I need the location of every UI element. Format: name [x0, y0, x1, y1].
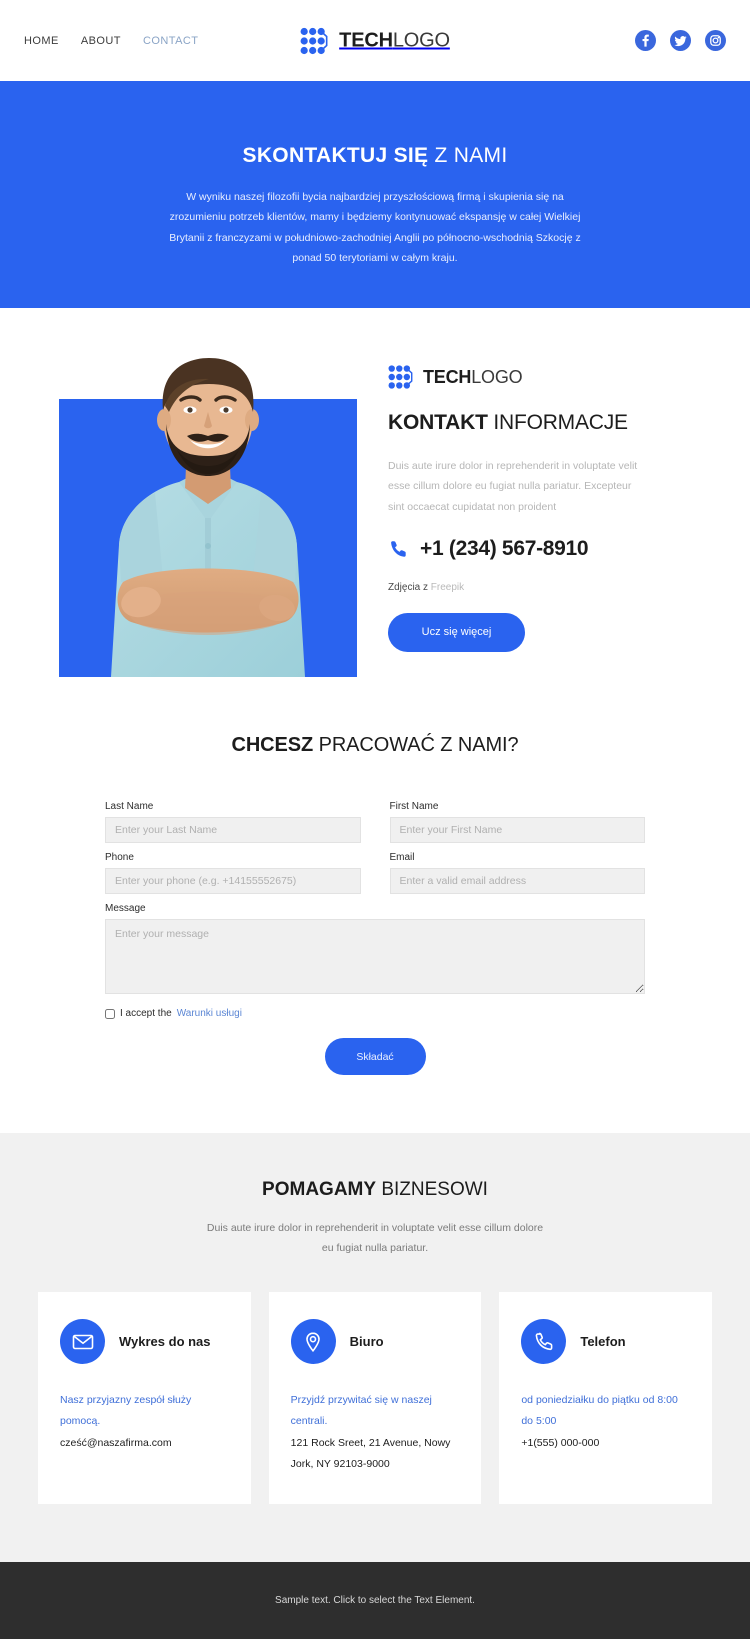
card-office-header: Biuro — [290, 1319, 460, 1365]
twitter-icon — [670, 30, 691, 51]
card-email-line2[interactable]: cześć@naszafirma.com — [60, 1433, 229, 1453]
submit-button[interactable]: Składać — [324, 1038, 426, 1076]
help-section-title: POMAGAMY BIZNESOWI — [262, 1179, 488, 1201]
form-row-names: Last Name First Name — [105, 801, 645, 852]
learn-more-button[interactable]: Ucz się więcej — [388, 613, 525, 653]
card-phone-line1: od poniedziałku do piątku od 8:00 do 5:0… — [521, 1394, 678, 1427]
field-message: Message — [105, 903, 645, 999]
card-office-line1: Przyjdź przywitać się w naszej centrali. — [290, 1394, 432, 1427]
header-logo[interactable]: TECHLOGO — [300, 27, 450, 54]
card-phone: Telefon od poniedziałku do piątku od 8:0… — [499, 1292, 713, 1505]
nav-item-contact[interactable]: CONTACT — [143, 35, 199, 47]
card-phone-line2[interactable]: +1(555) 000-000 — [521, 1433, 690, 1453]
card-office-title: Biuro — [349, 1334, 384, 1350]
accept-terms-text: I accept the — [120, 1008, 172, 1020]
photo-credit-source[interactable]: Freepik — [431, 582, 464, 593]
instagram-icon — [705, 30, 726, 51]
label-first-name: First Name — [389, 801, 439, 813]
phone-icon — [391, 541, 406, 558]
first-name-input[interactable] — [389, 817, 645, 844]
hero-banner: SKONTAKTUJ SIĘ Z NAMI W wyniku naszej fi… — [0, 81, 750, 308]
contact-cards: Wykres do nas Nasz przyjazny zespół służ… — [0, 1292, 750, 1505]
help-section-subtitle: Duis aute irure dolor in reprehenderit i… — [206, 1222, 544, 1254]
label-email: Email — [389, 852, 415, 864]
dot-grid-logo-icon — [300, 27, 328, 54]
contact-info-section: TECHLOGO KONTAKT INFORMACJE Duis aute ir… — [0, 308, 750, 709]
contact-info-description: Duis aute irure dolor in reprehenderit i… — [388, 460, 638, 513]
field-phone: Phone — [105, 852, 361, 895]
accept-terms-row[interactable]: I accept the Warunki usługi — [105, 1008, 645, 1019]
contact-phone-number: +1 (234) 567-8910 — [420, 537, 589, 561]
dot-grid-logo-icon — [388, 365, 413, 389]
contact-form-section: CHCESZ PRACOWAĆ Z NAMI? Last Name First … — [0, 708, 750, 1134]
contact-logo-text: TECHLOGO — [423, 367, 523, 387]
card-phone-title: Telefon — [580, 1334, 626, 1350]
accept-terms-checkbox[interactable] — [105, 1008, 115, 1019]
social-links — [635, 30, 726, 51]
email-input[interactable] — [389, 868, 645, 895]
field-email: Email — [389, 852, 645, 895]
hero-title: SKONTAKTUJ SIĘ Z NAMI — [242, 144, 508, 167]
card-email-header: Wykres do nas — [60, 1319, 229, 1365]
hero-paragraph: W wyniku naszej filozofii bycia najbardz… — [169, 191, 581, 264]
contact-form: Last Name First Name Phone Email — [105, 801, 645, 1076]
terms-of-service-link[interactable]: Warunki usługi — [177, 1008, 242, 1019]
contact-logo: TECHLOGO — [388, 365, 710, 389]
phone-input[interactable] — [105, 868, 361, 895]
photo-credit: Zdjęcia z Freepik — [388, 582, 465, 594]
card-office: Biuro Przyjdź przywitać się w naszej cen… — [268, 1292, 482, 1505]
card-office-line2: 121 Rock Sreet, 21 Avenue, Nowy Jork, NY… — [290, 1437, 451, 1470]
contact-photo-column — [0, 350, 375, 677]
envelope-icon-badge — [60, 1319, 105, 1365]
contact-info-column: TECHLOGO KONTAKT INFORMACJE Duis aute ir… — [375, 350, 750, 653]
message-input[interactable] — [105, 919, 645, 995]
label-message: Message — [105, 903, 146, 915]
page-root: HOME ABOUT CONTACT TECHLOGO SKONTAKTUJ S… — [0, 0, 750, 1639]
label-last-name: Last Name — [105, 801, 154, 813]
facebook-icon — [635, 30, 656, 51]
map-pin-icon-badge — [290, 1319, 336, 1365]
card-email: Wykres do nas Nasz przyjazny zespół służ… — [38, 1292, 251, 1505]
field-last-name: Last Name — [105, 801, 361, 844]
form-title: CHCESZ PRACOWAĆ Z NAMI? — [231, 734, 519, 757]
site-header: HOME ABOUT CONTACT TECHLOGO — [0, 0, 750, 81]
contact-info-title: KONTAKT INFORMACJE — [388, 411, 628, 434]
nav-item-about[interactable]: ABOUT — [81, 35, 121, 47]
footer-text[interactable]: Sample text. Click to select the Text El… — [275, 1595, 475, 1606]
nav-item-home[interactable]: HOME — [24, 35, 59, 47]
envelope-icon — [72, 1334, 93, 1350]
submit-row: Składać — [105, 1038, 645, 1076]
card-email-line1: Nasz przyjazny zespół służy pomocą. — [60, 1394, 192, 1427]
contact-phone-row[interactable]: +1 (234) 567-8910 — [388, 537, 710, 561]
last-name-input[interactable] — [105, 817, 361, 844]
person-photo — [111, 358, 305, 677]
label-phone: Phone — [105, 852, 134, 864]
phone-icon-badge — [521, 1319, 567, 1365]
card-email-title: Wykres do nas — [119, 1334, 211, 1350]
card-phone-header: Telefon — [521, 1319, 690, 1365]
help-section: POMAGAMY BIZNESOWI Duis aute irure dolor… — [0, 1133, 750, 1563]
header-logo-text: TECHLOGO — [339, 29, 450, 52]
field-first-name: First Name — [389, 801, 645, 844]
form-row-contact: Phone Email — [105, 852, 645, 903]
main-navigation: HOME ABOUT CONTACT — [24, 35, 198, 47]
instagram-link[interactable] — [705, 30, 726, 51]
site-footer: Sample text. Click to select the Text El… — [0, 1562, 750, 1639]
facebook-link[interactable] — [635, 30, 656, 51]
map-pin-icon — [306, 1332, 320, 1352]
twitter-link[interactable] — [670, 30, 691, 51]
phone-icon — [535, 1332, 553, 1350]
